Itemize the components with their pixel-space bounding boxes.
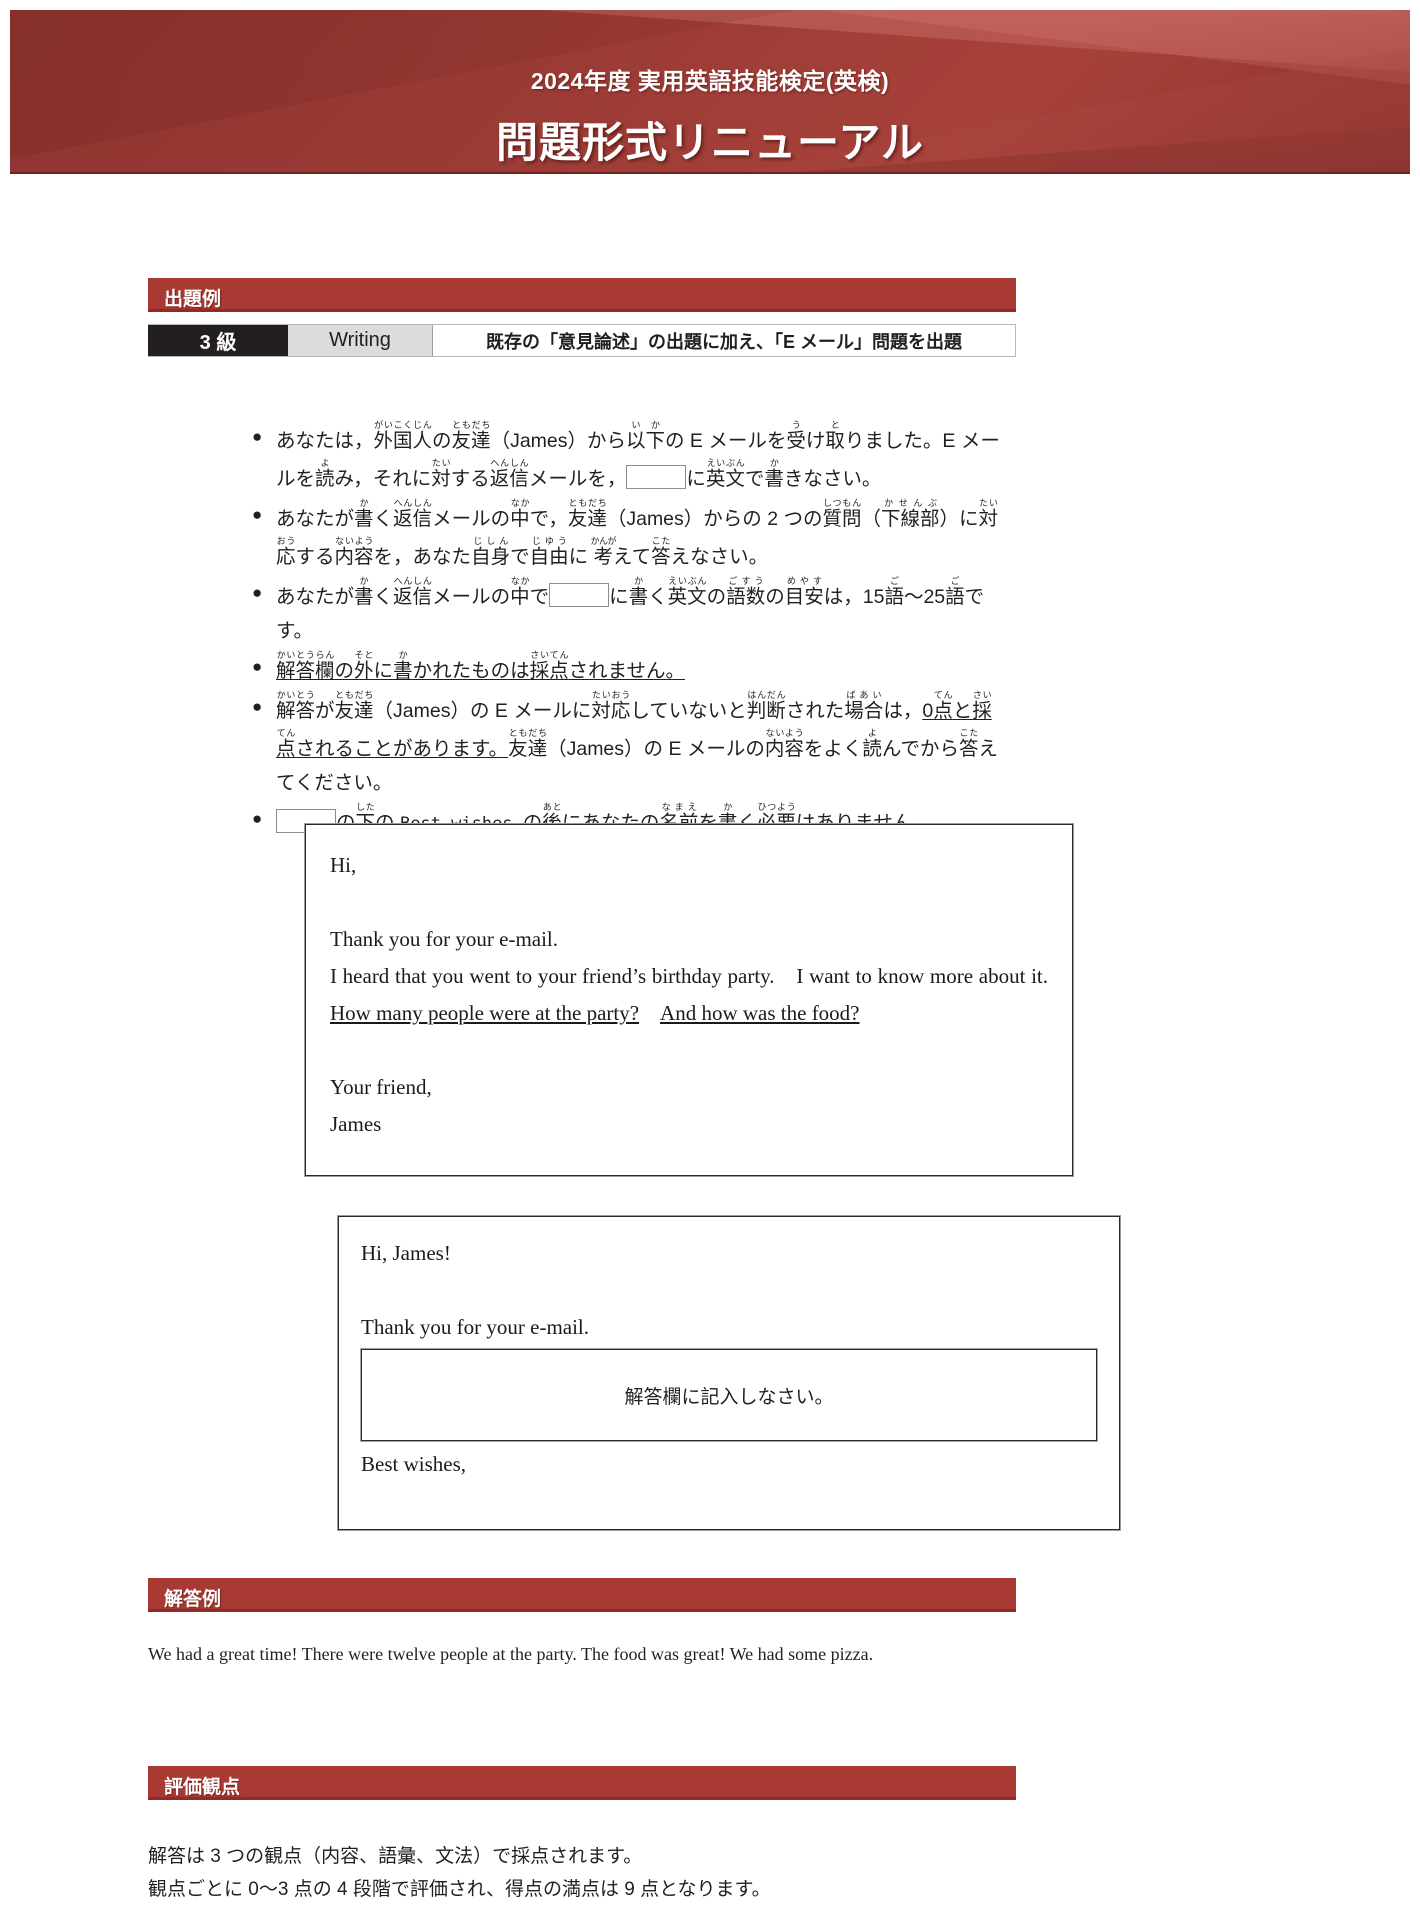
criteria-line-1: 解答は 3 つの観点（内容、語彙、文法）で採点されます。 [148, 1846, 643, 1867]
incoming-email-question-2: And how was the food? [660, 1001, 860, 1025]
answer-input-placeholder: 解答欄に記入しなさい。 [624, 1386, 834, 1408]
sample-answer-text: We had a great time! There were twelve p… [148, 1644, 874, 1664]
bullet-dot-icon: ● [252, 657, 263, 676]
bullet-dot-icon: ● [252, 583, 263, 602]
reply-email-line1: Thank you for your e-mail. [361, 1315, 590, 1339]
incoming-email-greeting: Hi, [330, 853, 357, 877]
incoming-email-box: Hi, Thank you for your e-mail. I heard t… [305, 824, 1073, 1176]
instruction-item-1-body: あなたは，外国人がいこくじんの友達ともだち（James）から以下いかの E メー… [276, 420, 1164, 496]
instruction-item-5-text-cont: 点てんされることがあります。友達ともだち（James）の E メールの内容ないよ… [276, 728, 998, 761]
skill-cell: Writing [288, 325, 433, 356]
bullet-dot-icon: ● [252, 697, 263, 716]
incoming-email-body: I heard that you went to your friend’s b… [330, 958, 1048, 1032]
instruction-item-3: ● あなたが書かく返信へんしんメールの中なかで に書かく英文えいぶんの語数ごすうの… [252, 576, 1164, 648]
answer-blank-box [626, 465, 687, 489]
answer-input-area[interactable]: 解答欄に記入しなさい。 [361, 1349, 1097, 1441]
grade-cell: 3 級 [148, 325, 288, 356]
section-header-example-question-label: 出題例 [164, 289, 222, 310]
bullet-dot-icon: ● [252, 505, 263, 524]
incoming-email-closing: Your friend, [330, 1075, 432, 1099]
answer-blank-box [549, 583, 610, 607]
instruction-item-1-text-cont: ルを読よみ，それに対たいする返信へんしんメールを， に英文えいぶんで書かきなさい。 [276, 458, 882, 491]
reply-email-box: Hi, James! Thank you for your e-mail. 解答… [338, 1216, 1120, 1530]
bullet-dot-icon: ● [252, 809, 263, 828]
incoming-email-spacer [330, 884, 1048, 921]
section-header-criteria: 評価観点 [148, 1766, 1016, 1800]
instruction-item-3-body: あなたが書かく返信へんしんメールの中なかで に書かく英文えいぶんの語数ごすうの目安… [276, 576, 1164, 648]
instruction-item-2-text-cont: 応おうする内容ないようを，あなた自身じしんで自由じゆうに 考かんがえて答こたえな… [276, 536, 769, 569]
incoming-email-spacer-2 [330, 1032, 1048, 1069]
page-banner: 2024年度 実用英語技能検定(英検) 問題形式リニューアル [10, 10, 1410, 174]
section-header-sample-answer: 解答例 [148, 1578, 1016, 1612]
section-header-sample-answer-label: 解答例 [164, 1589, 222, 1610]
banner-title: 問題形式リニューアル [496, 119, 924, 166]
instruction-item-4: ● 解答欄かいとうらんの外そとに書かかれたものは採点さいてんされません。 [252, 650, 1164, 688]
section-header-example-question: 出題例 [148, 278, 1016, 312]
reply-email-spacer [361, 1272, 1097, 1309]
instruction-item-2-body: あなたが書かく返信へんしんメールの中なかで，友達ともだち（James）からの 2… [276, 498, 1164, 574]
instruction-item-5-text-cont2: てください。 [276, 772, 393, 794]
bullet-dot-icon: ● [252, 427, 263, 446]
criteria-line-2: 観点ごとに 0〜3 点の 4 段階で評価され、得点の満点は 9 点となります。 [148, 1879, 771, 1901]
instruction-item-5-text: 解答かいとうが友達ともだち（James）の E メールに対応たいおうしていないと… [276, 690, 992, 723]
instruction-item-2: ● あなたが書かく返信へんしんメールの中なかで，友達ともだち（James）からの… [252, 498, 1164, 574]
incoming-email-line1: Thank you for your e-mail. [330, 927, 559, 951]
incoming-email-question-1: How many people were at the party? [330, 1001, 640, 1025]
instruction-item-5-body: 解答かいとうが友達ともだち（James）の E メールに対応たいおうしていないと… [276, 690, 1164, 800]
section-header-criteria-label: 評価観点 [164, 1777, 241, 1798]
instruction-item-3-text: あなたが書かく返信へんしんメールの中なかで に書かく英文えいぶんの語数ごすうの目安… [276, 576, 985, 609]
grade-description-cell: 既存の「意見論述」の出題に加え、「E メール」問題を出題 [433, 325, 1015, 356]
reply-email-greeting: Hi, James! [361, 1241, 451, 1265]
reply-email-closing: Best wishes, [361, 1452, 466, 1476]
instruction-list: ● あなたは，外国人がいこくじんの友達ともだち（James）から以下いかの E … [252, 420, 1164, 843]
incoming-email-signature: James [330, 1112, 382, 1136]
criteria-text-block: 解答は 3 つの観点（内容、語彙、文法）で採点されます。 観点ごとに 0〜3 点… [148, 1840, 1048, 1907]
incoming-email-line2: I heard that you went to your friend’s b… [330, 964, 1069, 988]
grade-skill-bar: 3 級 Writing 既存の「意見論述」の出題に加え、「E メール」問題を出題 [148, 324, 1016, 357]
instruction-item-5: ● 解答かいとうが友達ともだち（James）の E メールに対応たいおうしていな… [252, 690, 1164, 800]
banner-text-block: 2024年度 実用英語技能検定(英検) 問題形式リニューアル [10, 62, 1410, 170]
instruction-item-3-text-cont: す。 [276, 620, 314, 642]
banner-subtitle: 2024年度 実用英語技能検定(英検) [530, 68, 890, 94]
instruction-item-2-text: あなたが書かく返信へんしんメールの中なかで，友達ともだち（James）からの 2… [276, 498, 999, 531]
instruction-item-4-body: 解答欄かいとうらんの外そとに書かかれたものは採点さいてんされません。 [276, 650, 1164, 688]
instruction-item-1: ● あなたは，外国人がいこくじんの友達ともだち（James）から以下いかの E … [252, 420, 1164, 496]
instruction-item-4-text: 解答欄かいとうらんの外そとに書かかれたものは採点さいてんされません。 [276, 650, 686, 683]
instruction-item-1-text: あなたは，外国人がいこくじんの友達ともだち（James）から以下いかの E メー… [276, 420, 1000, 453]
